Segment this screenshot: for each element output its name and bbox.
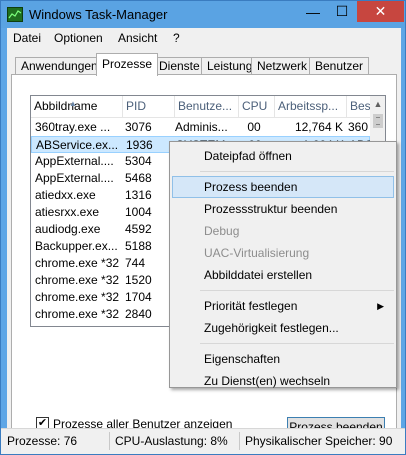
cell-image-name: chrome.exe *32 [35, 307, 120, 321]
tab-dienste[interactable]: Dienste [153, 57, 206, 75]
list-header: ▲ Abbildname PID Benutze... CPU Arbeitss… [31, 96, 385, 118]
menu-separator [200, 171, 394, 172]
context-menu-item-label: Debug [204, 224, 240, 238]
context-menu-item-label: Prozess beenden [204, 180, 298, 194]
context-menu-item[interactable]: Priorität festlegen ▶ [172, 295, 394, 317]
context-menu-item-label: Zu Dienst(en) wechseln [204, 374, 331, 388]
status-divider [109, 432, 110, 450]
tab-prozesse[interactable]: Prozesse [96, 53, 159, 76]
sort-ascending-icon: ▲ [69, 99, 77, 108]
cell-pid: 5188 [125, 239, 152, 253]
title-bar[interactable]: Windows Task-Manager — ☐ ✕ [1, 1, 405, 28]
cell-image-name: AppExternal.... [35, 154, 114, 168]
column-header-memory[interactable]: Arbeitssp... [275, 96, 347, 117]
cell-pid: 2840 [125, 307, 152, 321]
cell-pid: 4592 [125, 222, 152, 236]
cell-pid: 1704 [125, 290, 152, 304]
tab-benutzer[interactable]: Benutzer [309, 57, 370, 75]
table-row[interactable]: 360tray.exe ... 3076 Adminis... 00 12,764 K 3… [31, 119, 370, 136]
menu-separator [200, 290, 394, 291]
context-menu-item[interactable]: Prozessstruktur beenden [172, 198, 394, 220]
context-menu: Dateipfad öffnen Prozess beenden Prozessst… [169, 141, 397, 388]
context-menu-item[interactable]: Zu Dienst(en) wechseln [172, 370, 394, 392]
context-menu-item: UAC-Virtualisierung [172, 242, 394, 264]
menu-bar: Datei Optionen Ansicht ? [7, 28, 401, 48]
context-menu-item-label: Abbilddatei erstellen [204, 268, 313, 282]
context-menu-item-label: Priorität festlegen [204, 299, 298, 313]
status-bar: Prozesse: 76 CPU-Auslastung: 8% Physikal… [1, 428, 405, 454]
cell-image-name: atiedxx.exe [35, 188, 96, 202]
cell-image-name: ABService.ex... [36, 138, 119, 152]
cell-image-name: chrome.exe *32 [35, 290, 120, 304]
context-menu-item[interactable]: Dateipfad öffnen [172, 145, 394, 167]
context-menu-item-label: Prozessstruktur beenden [204, 202, 338, 216]
cell-cpu: 00 [247, 120, 261, 134]
status-divider [239, 432, 240, 450]
context-menu-item-label: UAC-Virtualisierung [204, 246, 310, 260]
menu-help[interactable]: ? [173, 31, 180, 45]
column-header-image-name[interactable]: ▲ Abbildname [31, 96, 123, 117]
cell-user: Adminis... [175, 120, 228, 134]
status-process-count: Prozesse: 76 [7, 434, 78, 448]
menu-datei[interactable]: Datei [13, 31, 41, 45]
cell-memory: 12,764 K [294, 120, 343, 134]
menu-separator [200, 343, 394, 344]
task-manager-icon [7, 7, 23, 22]
menu-ansicht[interactable]: Ansicht [118, 31, 157, 45]
context-menu-item-label: Eigenschaften [204, 352, 281, 366]
cell-pid: 1316 [125, 188, 152, 202]
tab-anwendungen[interactable]: Anwendungen [15, 57, 104, 75]
cell-image-name: 360tray.exe ... [35, 120, 111, 134]
menu-optionen[interactable]: Optionen [54, 31, 103, 45]
minimize-button[interactable]: — [299, 1, 327, 22]
tab-leistung[interactable]: Leistung [201, 57, 259, 75]
cell-pid: 5468 [125, 171, 152, 185]
cell-image-name: chrome.exe *32 [35, 256, 120, 270]
cell-image-name: chrome.exe *32 [35, 273, 120, 287]
column-header-user[interactable]: Benutze... [175, 96, 239, 117]
cell-pid: 1520 [125, 273, 152, 287]
status-cpu-usage: CPU-Auslastung: 8% [115, 434, 228, 448]
cell-image-name: audiodg.exe [35, 222, 101, 236]
cell-pid: 3076 [125, 120, 152, 134]
cell-image-name: atiesrxx.exe [35, 205, 100, 219]
scroll-grip-icon [376, 117, 380, 125]
column-header-cpu[interactable]: CPU [239, 96, 275, 117]
tab-strip: Anwendungen Prozesse Dienste Leistung Ne… [11, 53, 397, 76]
window-title: Windows Task-Manager [29, 7, 168, 22]
context-menu-item-label: Dateipfad öffnen [204, 149, 292, 163]
close-button[interactable]: ✕ [357, 1, 404, 22]
maximize-button[interactable]: ☐ [328, 1, 356, 22]
cell-pid: 5304 [125, 154, 152, 168]
scroll-thumb[interactable] [373, 114, 383, 128]
context-menu-item[interactable]: Prozess beenden [172, 176, 394, 198]
submenu-arrow-icon: ▶ [377, 301, 384, 311]
cell-description: 360 [348, 120, 369, 134]
tab-netzwerk[interactable]: Netzwerk [251, 57, 314, 75]
status-physical-memory: Physikalischer Speicher: 90 [245, 434, 393, 448]
context-menu-item-label: Zugehörigkeit festlegen... [204, 321, 339, 335]
cell-pid: 2868 [125, 323, 175, 326]
task-manager-window: Windows Task-Manager — ☐ ✕ Datei Optione… [0, 0, 406, 455]
context-menu-item[interactable]: Abbilddatei erstellen [172, 264, 394, 286]
cell-image-name: AppExternal.... [35, 171, 114, 185]
cell-image-name: Backupper.ex... [35, 239, 118, 253]
cell-pid: 1004 [125, 205, 152, 219]
cell-image-name: chrome.exe *32 [35, 323, 121, 326]
cell-pid: 744 [125, 256, 146, 270]
context-menu-item[interactable]: Eigenschaften [172, 348, 394, 370]
column-header-pid[interactable]: PID [123, 96, 175, 117]
context-menu-item[interactable]: Zugehörigkeit festlegen... [172, 317, 394, 339]
context-menu-item: Debug [172, 220, 394, 242]
scroll-up-icon[interactable]: ▲ [370, 99, 385, 111]
